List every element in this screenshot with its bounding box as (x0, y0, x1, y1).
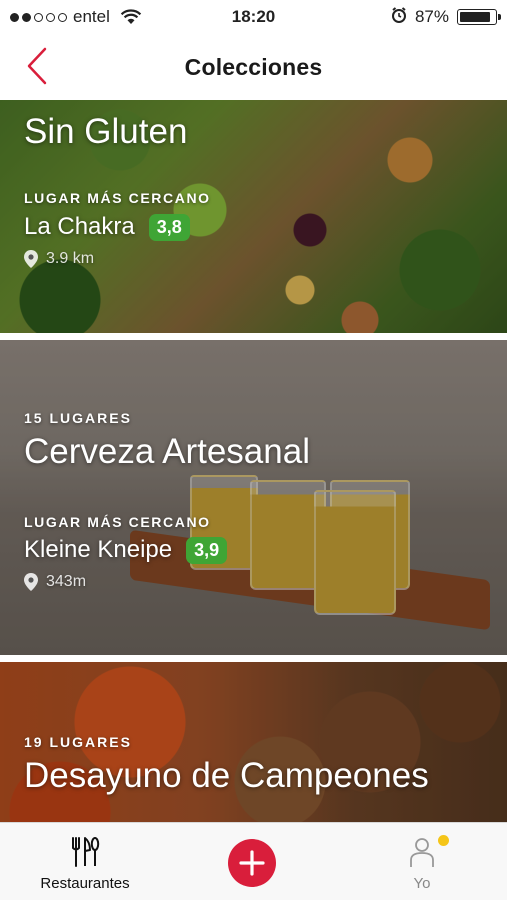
tab-yo[interactable]: Yo (380, 823, 464, 900)
back-button[interactable] (20, 44, 54, 88)
tab-bar: Restaurantes Yo (0, 822, 507, 900)
navigation-bar: Colecciones (0, 34, 507, 100)
plus-icon (239, 850, 265, 876)
collection-title: Cerveza Artesanal (24, 432, 310, 471)
distance-text: 3.9 km (46, 250, 95, 267)
signal-strength-icon (10, 12, 67, 22)
battery-fill (460, 12, 490, 22)
nearest-place-name: Kleine Kneipe (24, 536, 173, 563)
collection-count: 15 LUGARES (24, 410, 132, 426)
cutlery-icon (70, 835, 100, 869)
alarm-icon (391, 6, 407, 28)
collection-count: 19 LUGARES (24, 734, 132, 750)
nearest-place-name: La Chakra (24, 213, 135, 240)
collection-card-desayuno-de-campeones[interactable]: 19 LUGARES Desayuno de Campeones (0, 662, 507, 822)
notification-dot (438, 835, 449, 846)
rating-badge: 3,9 (186, 536, 228, 564)
tab-label-yo: Yo (413, 875, 431, 892)
collection-title: Sin Gluten (24, 112, 188, 151)
collection-card-cerveza-artesanal[interactable]: 15 LUGARES Cerveza Artesanal LUGAR MÁS C… (0, 340, 507, 655)
nearest-label: LUGAR MÁS CERCANO (24, 514, 211, 530)
user-icon (409, 835, 435, 869)
collection-card-sin-gluten[interactable]: Sin Gluten LUGAR MÁS CERCANO La Chakra 3… (0, 100, 507, 333)
tab-label-restaurants: Restaurantes (40, 875, 130, 892)
tab-restaurants[interactable]: Restaurantes (20, 823, 150, 900)
page-title: Colecciones (184, 53, 323, 80)
rating-badge: 3,8 (148, 213, 190, 241)
collection-title: Desayuno de Campeones (24, 756, 429, 795)
add-button[interactable] (228, 839, 276, 887)
location-pin-icon (24, 573, 38, 591)
wifi-icon (120, 9, 142, 25)
nearest-label: LUGAR MÁS CERCANO (24, 190, 211, 206)
status-bar: entel 18:20 87% (0, 0, 507, 34)
chevron-left-icon (27, 47, 47, 85)
battery-icon (457, 9, 501, 25)
distance-text: 343m (46, 573, 87, 590)
battery-percentage: 87% (414, 7, 449, 26)
carrier-name: entel (73, 7, 110, 26)
location-pin-icon (24, 250, 38, 268)
